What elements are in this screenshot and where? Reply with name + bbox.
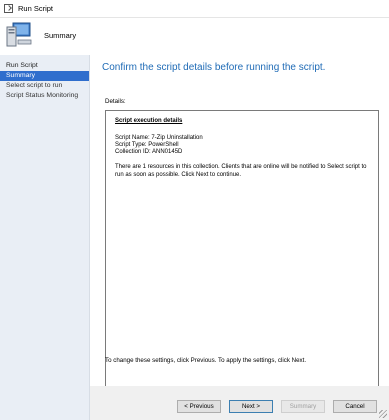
resize-grip-icon[interactable] [379, 410, 387, 418]
title-bar: Run Script [0, 0, 389, 18]
sidebar-item-run-script[interactable]: Run Script [0, 61, 89, 71]
script-name-text: Script Name: 7-Zip Uninstallation [115, 135, 203, 141]
page-title: Confirm the script details before runnin… [102, 62, 326, 73]
computer-icon [6, 22, 32, 47]
collection-id-text: Collection ID: ANN0145D [115, 149, 183, 155]
wizard-sidebar: Run Script Summary Select script to run … [0, 55, 90, 420]
sidebar-item-select-script[interactable]: Select script to run [0, 81, 89, 91]
script-type-text: Script Type: PowerShell [115, 142, 179, 148]
previous-button[interactable]: < Previous [177, 400, 221, 413]
cancel-button[interactable]: Cancel [333, 400, 377, 413]
details-section-title: Script execution details [115, 118, 183, 124]
footer-instructions: To change these settings, click Previous… [105, 357, 307, 364]
details-textbox[interactable]: Script execution details Script Name: 7-… [105, 110, 379, 397]
details-notice-text: There are 1 resources in this collection… [115, 164, 367, 178]
app-icon [4, 4, 13, 13]
sidebar-item-summary[interactable]: Summary [0, 71, 89, 81]
window-title: Run Script [18, 4, 54, 13]
summary-button: Summary [281, 400, 325, 413]
next-button[interactable]: Next > [229, 400, 273, 413]
button-bar: < Previous Next > Summary Cancel [90, 386, 389, 420]
wizard-header: Summary [0, 18, 389, 54]
main-panel: Confirm the script details before runnin… [90, 55, 389, 397]
header-title: Summary [44, 31, 77, 40]
sidebar-item-script-status[interactable]: Script Status Monitoring [0, 91, 89, 101]
details-label: Details: [105, 98, 126, 105]
